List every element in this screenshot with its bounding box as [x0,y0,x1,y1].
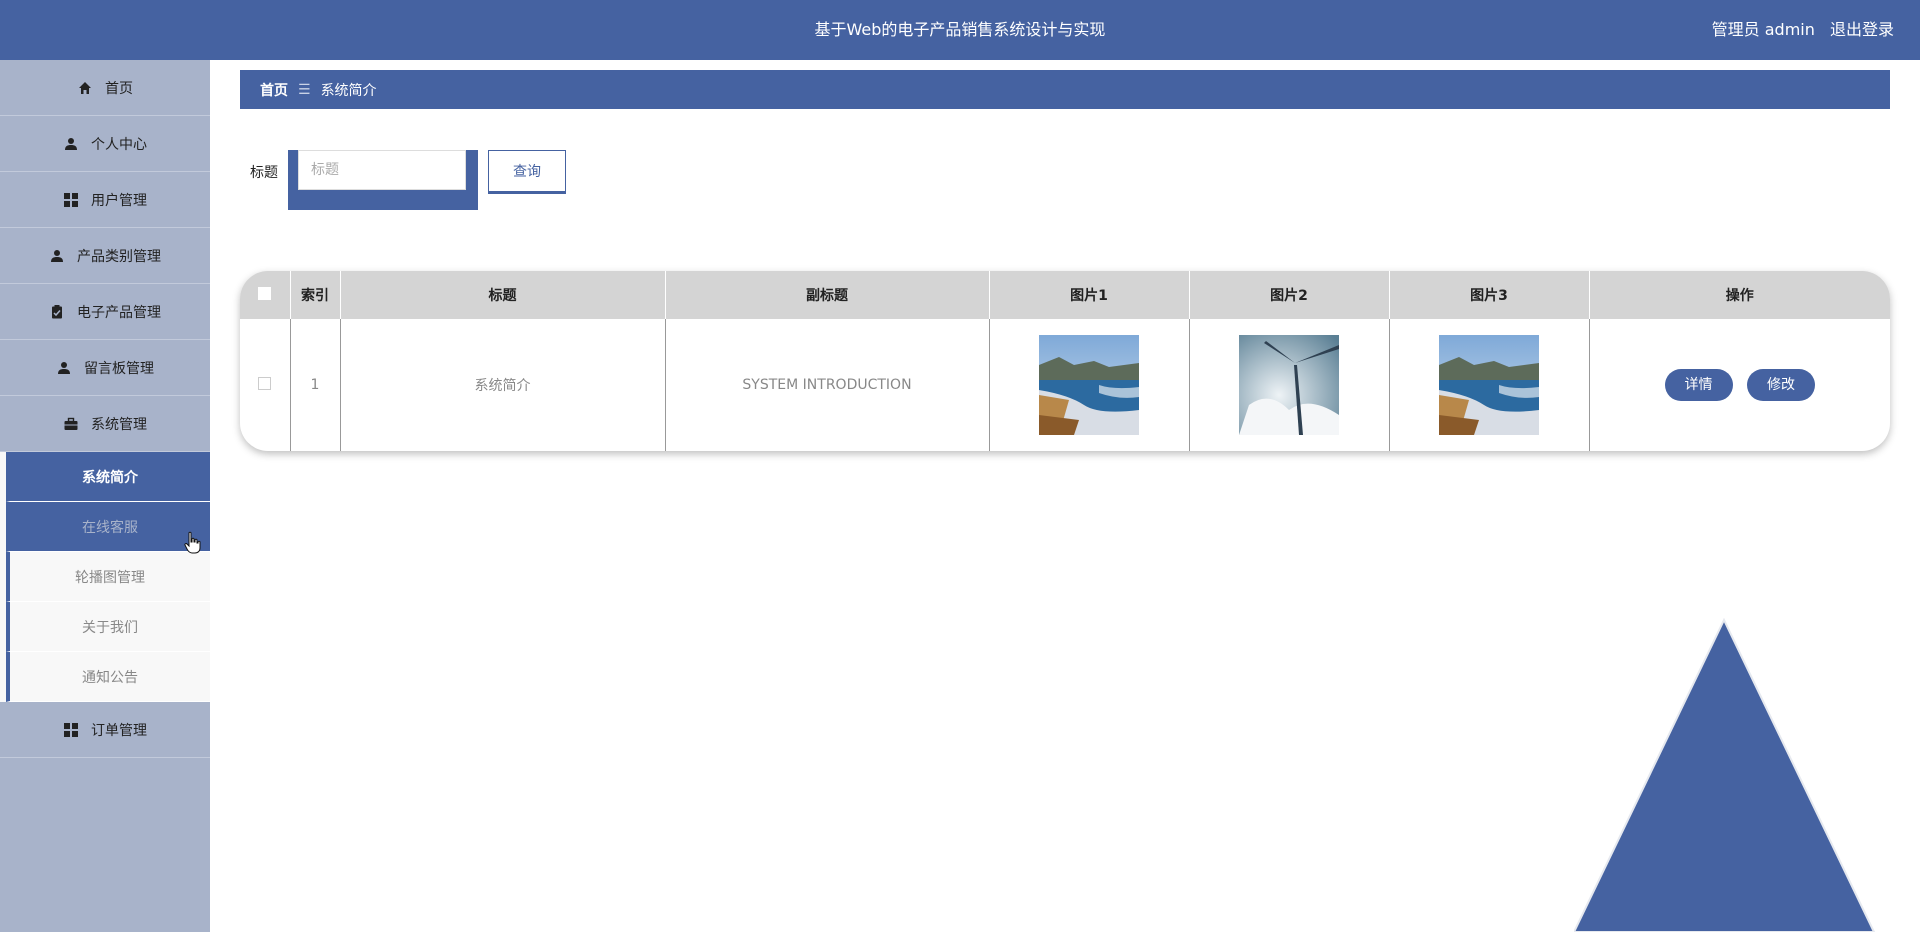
search-label: 标题 [250,165,278,181]
sidebar-item-profile[interactable]: 个人中心 [0,116,210,172]
sidebar: 首页 个人中心 用户管理 产品类别管理 电子产品管理 留言板管理 系统管理 系统… [0,60,210,932]
clipboard-icon [49,304,65,320]
app-title: 基于Web的电子产品销售系统设计与实现 [814,20,1106,39]
breadcrumb-current: 系统简介 [320,82,377,99]
table-row: 1 系统简介 SYSTEM INTRODUCTION 详情 修改 [240,319,1890,451]
sidebar-item-home[interactable]: 首页 [0,60,210,116]
image3-cell [1389,319,1590,451]
column-header: 标题 [340,271,666,319]
wind-turbine-image [1239,335,1339,435]
sidebar-item-label: 电子产品管理 [77,304,161,321]
sidebar-item-label: 首页 [105,80,133,97]
sidebar-item-users[interactable]: 用户管理 [0,172,210,228]
coast-image [1039,335,1139,435]
data-table: 索引 标题 副标题 图片1 图片2 图片3 操作 1 系统简介 SYSTEM I… [240,271,1890,451]
title-search-input[interactable] [298,150,466,190]
column-header: 图片2 [1189,271,1390,319]
edit-button[interactable]: 修改 [1746,369,1815,401]
system-submenu: 系统简介 在线客服 轮播图管理 关于我们 通知公告 [0,452,210,702]
top-bar: 基于Web的电子产品销售系统设计与实现 管理员 admin 退出登录 [0,0,1920,60]
user-area: 管理员 admin 退出登录 [1702,0,1894,60]
search-bar: 标题 查询 [250,150,566,210]
actions-cell: 详情 修改 [1589,319,1890,451]
current-user: 管理员 admin [1711,20,1815,39]
submenu-item-about[interactable]: 关于我们 [6,602,210,652]
row-select-cell [240,319,291,451]
column-header: 副标题 [665,271,990,319]
sidebar-item-messages[interactable]: 留言板管理 [0,340,210,396]
index-cell: 1 [290,319,341,451]
subtitle-cell: SYSTEM INTRODUCTION [665,319,990,451]
column-header: 索引 [290,271,341,319]
person-icon [56,360,72,376]
grid-icon [63,192,79,208]
sidebar-item-label: 订单管理 [91,722,147,739]
home-icon [77,80,93,96]
select-all-checkbox[interactable] [258,286,272,300]
briefcase-icon [63,416,79,432]
detail-button[interactable]: 详情 [1664,369,1733,401]
coast-image [1439,335,1539,435]
sidebar-item-orders[interactable]: 订单管理 [0,702,210,758]
search-input-wrapper [288,150,478,210]
row-checkbox[interactable] [258,376,272,390]
sidebar-item-label: 产品类别管理 [77,248,161,265]
person-icon [63,136,79,152]
grid-icon [63,722,79,738]
sidebar-item-products[interactable]: 电子产品管理 [0,284,210,340]
select-all-header [240,271,291,319]
hand-cursor-icon [184,531,201,554]
column-header: 操作 [1725,288,1754,304]
logout-link[interactable]: 退出登录 [1830,20,1894,39]
table-header-row: 索引 标题 副标题 图片1 图片2 图片3 操作 [240,271,1890,319]
column-header: 图片3 [1389,271,1590,319]
image1-cell [989,319,1190,451]
person-icon [49,248,65,264]
title-cell: 系统简介 [340,319,666,451]
sidebar-item-label: 个人中心 [91,136,147,153]
submenu-item-intro[interactable]: 系统简介 [6,452,210,502]
submenu-item-notice[interactable]: 通知公告 [6,652,210,702]
submenu-item-support[interactable]: 在线客服 [6,502,210,552]
submenu-item-carousel[interactable]: 轮播图管理 [6,552,210,602]
column-header: 图片1 [989,271,1190,319]
breadcrumb-separator-icon: ☰ [298,81,311,98]
sidebar-item-label: 留言板管理 [84,360,154,377]
image2-cell [1189,319,1390,451]
sidebar-item-product-category[interactable]: 产品类别管理 [0,228,210,284]
breadcrumb: 首页 ☰ 系统简介 [240,70,1890,109]
sidebar-item-system[interactable]: 系统管理 [0,396,210,452]
sidebar-item-label: 用户管理 [91,192,147,209]
sidebar-item-label: 系统管理 [91,416,147,433]
query-button[interactable]: 查询 [488,150,566,192]
decorative-triangle [1574,618,1876,932]
breadcrumb-home[interactable]: 首页 [260,80,288,100]
